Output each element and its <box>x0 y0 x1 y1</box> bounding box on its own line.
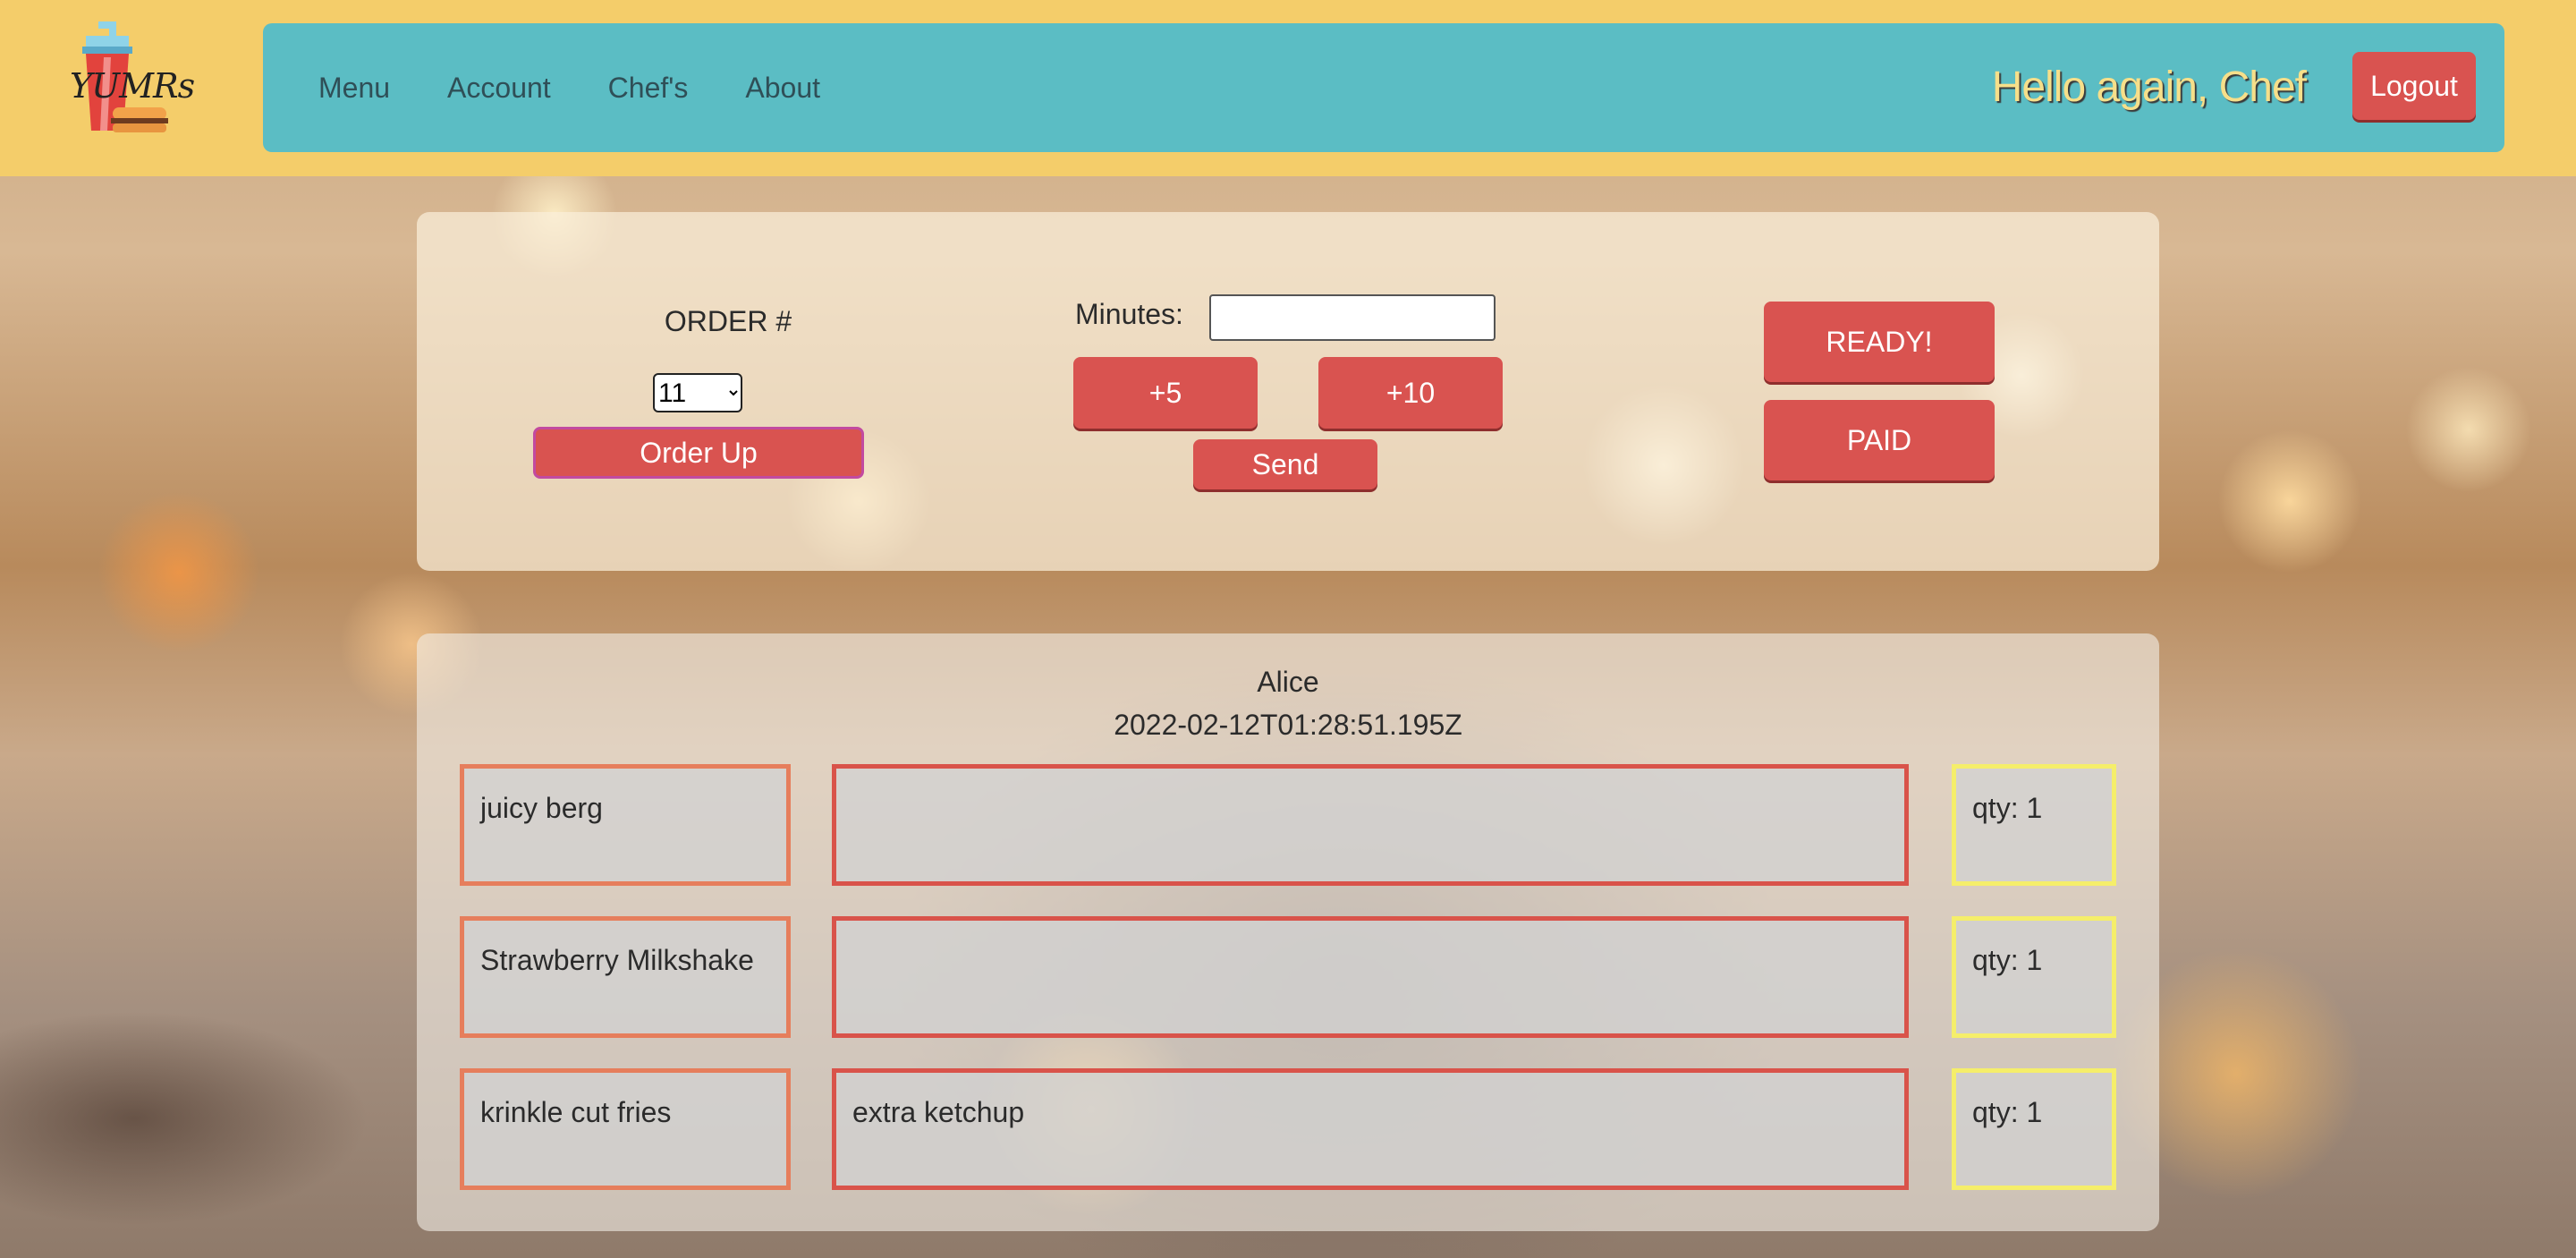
nav-item-account[interactable]: Account <box>447 72 551 105</box>
order-item-row: juicy berg qty: 1 <box>460 764 2116 886</box>
logo-text: YUMRs <box>70 66 195 106</box>
logout-button[interactable]: Logout <box>2352 52 2476 120</box>
item-notes <box>832 764 1909 886</box>
order-timestamp: 2022-02-12T01:28:51.195Z <box>1114 709 1462 741</box>
order-number-label: ORDER # <box>664 305 792 337</box>
order-number-select[interactable]: 11 <box>653 373 742 412</box>
customer-name: Alice <box>1257 666 1319 698</box>
top-header: YUMRs Menu Account Chef's About Hello ag… <box>0 0 2576 176</box>
minutes-label: Minutes: <box>1075 298 1183 330</box>
item-quantity: qty: 1 <box>1952 916 2116 1038</box>
paid-button[interactable]: PAID <box>1764 400 1995 480</box>
item-quantity: qty: 1 <box>1952 764 2116 886</box>
order-control-panel: ORDER # 11 Order Up Minutes: +5 +10 Send… <box>417 212 2159 571</box>
order-item-row: Strawberry Milkshake qty: 1 <box>460 916 2116 1038</box>
nav-item-menu[interactable]: Menu <box>318 72 390 105</box>
item-quantity: qty: 1 <box>1952 1068 2116 1190</box>
send-button[interactable]: Send <box>1193 439 1377 489</box>
nav-item-chefs[interactable]: Chef's <box>608 72 689 105</box>
minutes-input[interactable] <box>1209 294 1496 341</box>
order-item-row: krinkle cut fries extra ketchup qty: 1 <box>460 1068 2116 1190</box>
item-name: krinkle cut fries <box>460 1068 791 1190</box>
logo[interactable]: YUMRs <box>64 21 195 138</box>
nav-links: Menu Account Chef's About <box>318 23 820 152</box>
navbar: Menu Account Chef's About Hello again, C… <box>263 23 2504 152</box>
item-notes <box>832 916 1909 1038</box>
greeting-text: Hello again, Chef <box>1991 64 2307 111</box>
item-name: Strawberry Milkshake <box>460 916 791 1038</box>
add-10-minutes-button[interactable]: +10 <box>1318 357 1503 429</box>
order-up-button[interactable]: Order Up <box>533 427 864 479</box>
item-notes: extra ketchup <box>832 1068 1909 1190</box>
nav-item-about[interactable]: About <box>745 72 820 105</box>
ready-button[interactable]: READY! <box>1764 302 1995 382</box>
order-detail-panel: Alice 2022-02-12T01:28:51.195Z juicy ber… <box>417 633 2159 1231</box>
item-name: juicy berg <box>460 764 791 886</box>
add-5-minutes-button[interactable]: +5 <box>1073 357 1258 429</box>
